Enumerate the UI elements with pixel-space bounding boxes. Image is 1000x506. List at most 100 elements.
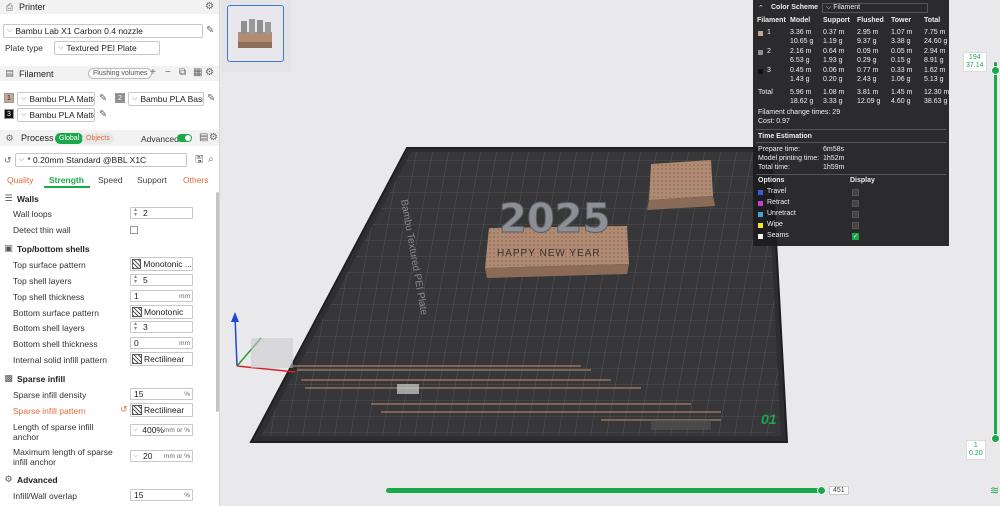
prepare-time-label: Prepare time:: [758, 146, 801, 153]
option-unretract-label: Unretract: [767, 210, 796, 217]
filament-slot-3-swatch[interactable]: 3: [4, 109, 14, 119]
tab-others[interactable]: Others: [183, 175, 209, 185]
reset-icon[interactable]: ↺: [120, 405, 128, 414]
col-header-tower: Tower: [891, 17, 912, 24]
option-retract-checkbox[interactable]: [852, 200, 859, 207]
bottom-layers-value: 3: [143, 322, 148, 332]
detect-thin-wall-checkbox[interactable]: [130, 226, 138, 234]
stepper-icon[interactable]: ▴ ▾: [131, 275, 140, 285]
edit-filament-2-icon[interactable]: ✎: [207, 94, 215, 104]
col-header-total: Total: [924, 17, 941, 24]
move-slider[interactable]: [386, 488, 824, 493]
tab-speed[interactable]: Speed: [98, 175, 123, 185]
col-header-flushed: Flushed: [857, 17, 884, 24]
option-wipe-checkbox[interactable]: [852, 222, 859, 229]
filament-slot-3-select[interactable]: ⌵ Bambu PLA Matte: [17, 108, 95, 122]
display-header: Display: [850, 177, 875, 184]
global-toggle[interactable]: Global: [55, 133, 84, 144]
unit-label: mm: [179, 292, 190, 300]
settings-sidebar: ⎙ Printer ⚙ ⌵ Bambu Lab X1 Carbon 0.4 no…: [0, 0, 220, 506]
stepper-icon[interactable]: ▴ ▾: [131, 208, 140, 218]
printer-select[interactable]: ⌵ Bambu Lab X1 Carbon 0.4 nozzle: [3, 24, 203, 38]
filament-3-color-swatch: [758, 69, 763, 74]
tab-quality[interactable]: Quality: [7, 175, 33, 185]
internal-infill-select[interactable]: Rectilinear: [130, 352, 193, 366]
printer-settings-gear-icon[interactable]: ⚙: [205, 2, 214, 12]
top-layer-handle[interactable]: [991, 66, 1000, 75]
filament-3-support-weight: 0.20 g: [823, 76, 843, 83]
sparse-pattern-value: Rectilinear: [144, 405, 185, 415]
overlap-input[interactable]: 15 %: [130, 489, 193, 501]
layer-range-slider[interactable]: [994, 62, 997, 440]
filament-3-total-length: 1.62 m: [924, 67, 946, 74]
top-layers-input[interactable]: ▴ ▾ 5: [130, 274, 193, 286]
total-total-weight: 38.63 g: [924, 98, 948, 105]
undo-icon[interactable]: ↺: [4, 156, 12, 165]
stepper-icon[interactable]: ▴ ▾: [131, 322, 140, 332]
filament-slot-1-swatch[interactable]: 1: [4, 93, 14, 103]
compare-icon[interactable]: ▤: [199, 133, 208, 143]
add-filament-icon[interactable]: +: [150, 68, 156, 78]
filament-slot-2-select[interactable]: ⌵ Bambu PLA Basic: [128, 92, 204, 106]
edit-printer-icon[interactable]: ✎: [206, 26, 214, 36]
edit-filament-3-icon[interactable]: ✎: [99, 110, 107, 120]
remove-filament-icon[interactable]: −: [165, 68, 171, 78]
option-travel-checkbox[interactable]: [852, 189, 859, 196]
plate-type-select[interactable]: ⌵ Textured PEI Plate: [54, 41, 160, 55]
top-layers-label: Top shell layers: [13, 276, 72, 286]
length-anchor-label-line-2: anchor: [13, 432, 39, 442]
collapse-icon[interactable]: ⌃: [758, 4, 764, 12]
filament-bulk-edit-icon[interactable]: ▦: [193, 68, 202, 78]
printer-section-title: Printer: [19, 2, 46, 12]
filament-2-flushed-length: 0.09 m: [857, 48, 879, 55]
filament-settings-gear-icon[interactable]: ⚙: [205, 68, 214, 78]
total-support-weight: 3.33 g: [823, 98, 843, 105]
bottom-layers-input[interactable]: ▴ ▾ 3: [130, 321, 193, 333]
length-anchor-input[interactable]: ⌵ 400% mm or %: [130, 424, 193, 436]
time-estimation-title: Time Estimation: [758, 133, 812, 140]
process-profile-name: * 0.20mm Standard @BBL X1C: [27, 155, 147, 165]
advanced-switch[interactable]: [177, 134, 192, 142]
objects-toggle[interactable]: Objects: [82, 133, 114, 144]
search-icon[interactable]: ⌕: [208, 155, 214, 165]
flushing-volumes-button[interactable]: Flushing volumes: [88, 68, 153, 79]
wall-loops-input[interactable]: ▴ ▾ 2: [130, 207, 193, 219]
process-settings-gear-icon[interactable]: ⚙: [209, 133, 218, 143]
total-time-label: Total time:: [758, 164, 790, 171]
sync-filament-icon[interactable]: ⧉: [179, 68, 186, 78]
top-pattern-select[interactable]: Monotonic ...: [130, 257, 193, 271]
sidebar-scrollbar[interactable]: [216, 192, 219, 412]
layers-stack-icon[interactable]: ≋: [990, 486, 999, 497]
color-scheme-select[interactable]: ⌵ Filament: [822, 3, 928, 13]
unit-label: mm: [179, 339, 190, 347]
tab-strength[interactable]: Strength: [49, 175, 84, 185]
tab-support[interactable]: Support: [137, 175, 167, 185]
filament-3-model-length: 0.45 m: [790, 67, 812, 74]
filament-1-flushed-weight: 9.37 g: [857, 38, 877, 45]
chevron-down-icon[interactable]: ⌵: [131, 427, 139, 433]
option-seams-checkbox[interactable]: ✓: [852, 233, 859, 240]
chevron-down-icon[interactable]: ⌵: [131, 453, 140, 459]
move-slider-handle[interactable]: [817, 486, 826, 495]
edit-filament-1-icon[interactable]: ✎: [99, 94, 107, 104]
topbottom-section: ▣ Top/bottom shells: [3, 243, 89, 254]
max-anchor-input[interactable]: ⌵ 20 mm or %: [130, 450, 193, 462]
color-scheme-title: Color Scheme: [771, 4, 819, 11]
sparse-pattern-select[interactable]: Rectilinear: [130, 403, 193, 417]
total-flushed-weight: 12.09 g: [857, 98, 881, 105]
banner-text: HAPPY NEW YEAR: [497, 248, 601, 259]
unit-label: mm or %: [164, 452, 190, 460]
bottom-thickness-label: Bottom shell thickness: [13, 339, 98, 349]
bottom-layer-handle[interactable]: [991, 434, 1000, 443]
length-anchor-label: Length of sparse infill anchor: [13, 422, 93, 442]
plate-type-value: Textured PEI Plate: [66, 43, 137, 53]
option-unretract-checkbox[interactable]: [852, 211, 859, 218]
filament-slot-1-select[interactable]: ⌵ Bambu PLA Matte: [17, 92, 95, 106]
top-thickness-input[interactable]: 1 mm: [130, 290, 193, 302]
save-profile-icon[interactable]: 🖫: [195, 155, 204, 165]
bottom-pattern-select[interactable]: Monotonic: [130, 305, 193, 319]
filament-slot-2-swatch[interactable]: 2: [115, 93, 125, 103]
density-input[interactable]: 15 %: [130, 388, 193, 400]
bottom-thickness-input[interactable]: 0 mm: [130, 337, 193, 349]
process-profile-select[interactable]: ⌵ * 0.20mm Standard @BBL X1C: [15, 153, 187, 167]
